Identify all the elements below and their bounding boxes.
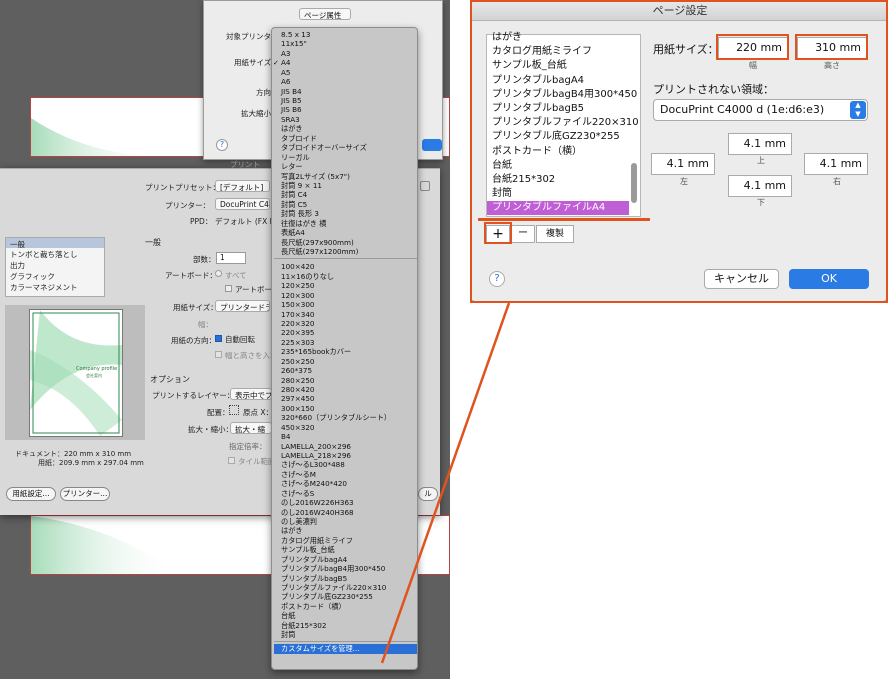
width-highlight: [716, 34, 789, 60]
list-underline-highlight: [478, 218, 650, 221]
height-highlight: [795, 34, 868, 60]
add-button-highlight: [484, 222, 512, 244]
callout-line: [380, 302, 511, 664]
